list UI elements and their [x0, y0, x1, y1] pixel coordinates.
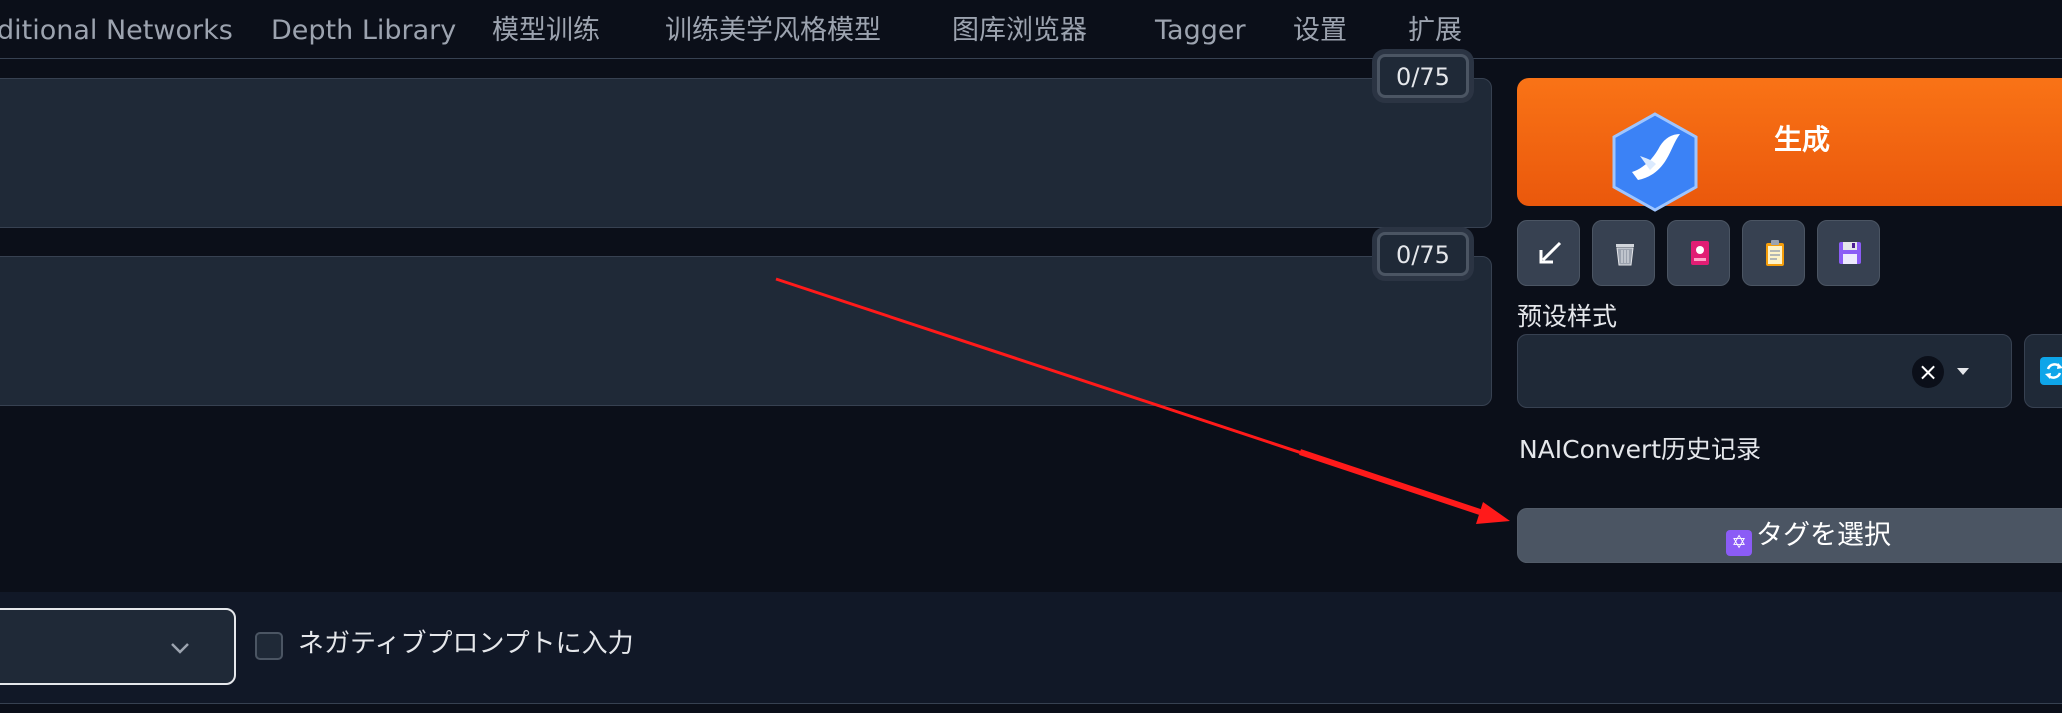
- annotation-arrow: [775, 277, 1510, 524]
